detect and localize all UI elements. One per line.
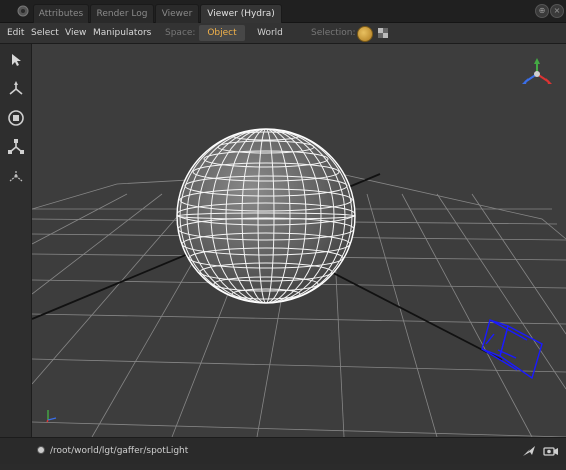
selection-label: Selection: xyxy=(311,28,356,38)
tab-attributes[interactable]: Attributes xyxy=(33,4,89,23)
hydra-viewport[interactable] xyxy=(32,44,566,437)
context-radio-icon[interactable] xyxy=(37,446,45,454)
tab-viewer-hydra[interactable]: Viewer (Hydra) xyxy=(200,4,282,23)
select-arrow-icon xyxy=(12,54,21,66)
menu-edit[interactable]: Edit xyxy=(7,23,24,43)
panel-tab-bar: Attributes Render Log Viewer Viewer (Hyd… xyxy=(0,0,566,23)
panel-menu-button[interactable] xyxy=(14,2,32,20)
camera-icon xyxy=(543,447,558,456)
lightning-icon xyxy=(523,446,535,456)
wireframe-sphere xyxy=(176,128,356,304)
light-manipulator-icon xyxy=(9,170,23,182)
close-panel-icon[interactable]: × xyxy=(550,4,564,18)
origin-axis-indicator xyxy=(46,410,57,423)
checker-icon xyxy=(378,28,388,38)
float-panel-icon[interactable]: ⊕ xyxy=(535,4,549,18)
space-object-button[interactable]: Object xyxy=(199,25,245,41)
translate-icon xyxy=(9,81,23,95)
select-tool-button[interactable] xyxy=(5,49,27,71)
selection-object-icon[interactable] xyxy=(357,26,373,42)
rotate-icon xyxy=(8,110,24,126)
scale-icon xyxy=(8,139,24,154)
scale-tool-button[interactable] xyxy=(5,136,27,158)
spot-light-gizmo xyxy=(481,319,543,380)
light-manipulator-button[interactable] xyxy=(5,165,27,187)
tab-render-log[interactable]: Render Log xyxy=(90,4,154,23)
selection-component-icon[interactable] xyxy=(376,26,390,40)
tab-viewer[interactable]: Viewer xyxy=(155,4,199,23)
viewer-toolbar: Edit Select View Manipulators Space: Obj… xyxy=(0,23,566,44)
space-label: Space: xyxy=(165,28,196,38)
menu-manipulators[interactable]: Manipulators xyxy=(93,23,151,43)
circle-icon xyxy=(17,5,29,17)
camera-mode-button[interactable] xyxy=(543,443,559,459)
menu-view[interactable]: View xyxy=(65,23,86,43)
translate-tool-button[interactable] xyxy=(5,78,27,100)
manipulator-toolbar xyxy=(0,44,32,437)
viewport-scene xyxy=(32,58,566,437)
space-world-button[interactable]: World xyxy=(248,25,292,41)
lighting-mode-button[interactable] xyxy=(521,443,537,459)
menu-select[interactable]: Select xyxy=(31,23,59,43)
view-axis-gizmo xyxy=(522,58,552,84)
rotate-tool-button[interactable] xyxy=(5,107,27,129)
selected-location-path: /root/world/lgt/gaffer/spotLight xyxy=(50,446,189,456)
status-bar: /root/world/lgt/gaffer/spotLight xyxy=(0,437,566,464)
